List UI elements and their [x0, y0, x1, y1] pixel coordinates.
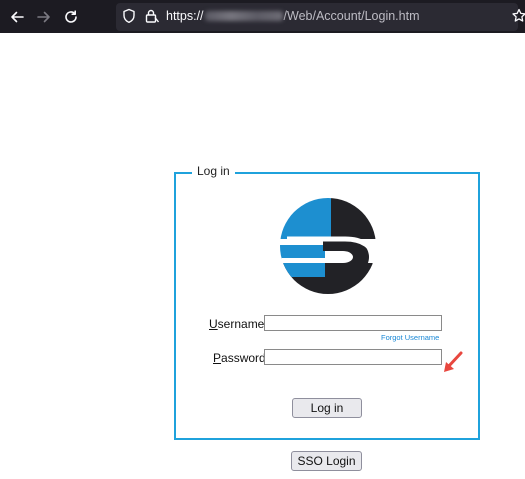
username-label-text: sername: — [217, 317, 268, 331]
username-label: Username: — [209, 317, 268, 331]
password-input[interactable] — [264, 349, 442, 365]
browser-toolbar: https:// /Web/Account/Login.htm — [0, 0, 525, 33]
password-label-text: assword: — [221, 351, 270, 365]
company-logo — [279, 197, 377, 300]
shield-icon[interactable] — [122, 8, 136, 29]
back-arrow-icon[interactable] — [6, 6, 28, 28]
url-prefix: https:// — [166, 9, 204, 23]
url-path: /Web/Account/Login.htm — [283, 9, 420, 23]
username-accesskey: U — [209, 317, 218, 331]
login-legend: Log in — [192, 164, 235, 178]
url-text[interactable]: https:// /Web/Account/Login.htm — [166, 9, 420, 23]
annotation-arrow-icon — [440, 350, 466, 381]
reload-icon[interactable] — [60, 6, 82, 28]
star-icon[interactable] — [512, 8, 525, 29]
username-input[interactable] — [264, 315, 442, 331]
sso-login-button[interactable]: SSO Login — [291, 451, 362, 471]
forward-arrow-icon[interactable] — [33, 6, 55, 28]
login-button[interactable]: Log in — [292, 398, 362, 418]
lock-icon[interactable] — [144, 8, 160, 29]
password-label: Password: — [213, 351, 269, 365]
forgot-username-link[interactable]: Forgot Username — [381, 333, 439, 342]
redacted-host — [204, 11, 283, 21]
password-accesskey: P — [213, 351, 222, 365]
